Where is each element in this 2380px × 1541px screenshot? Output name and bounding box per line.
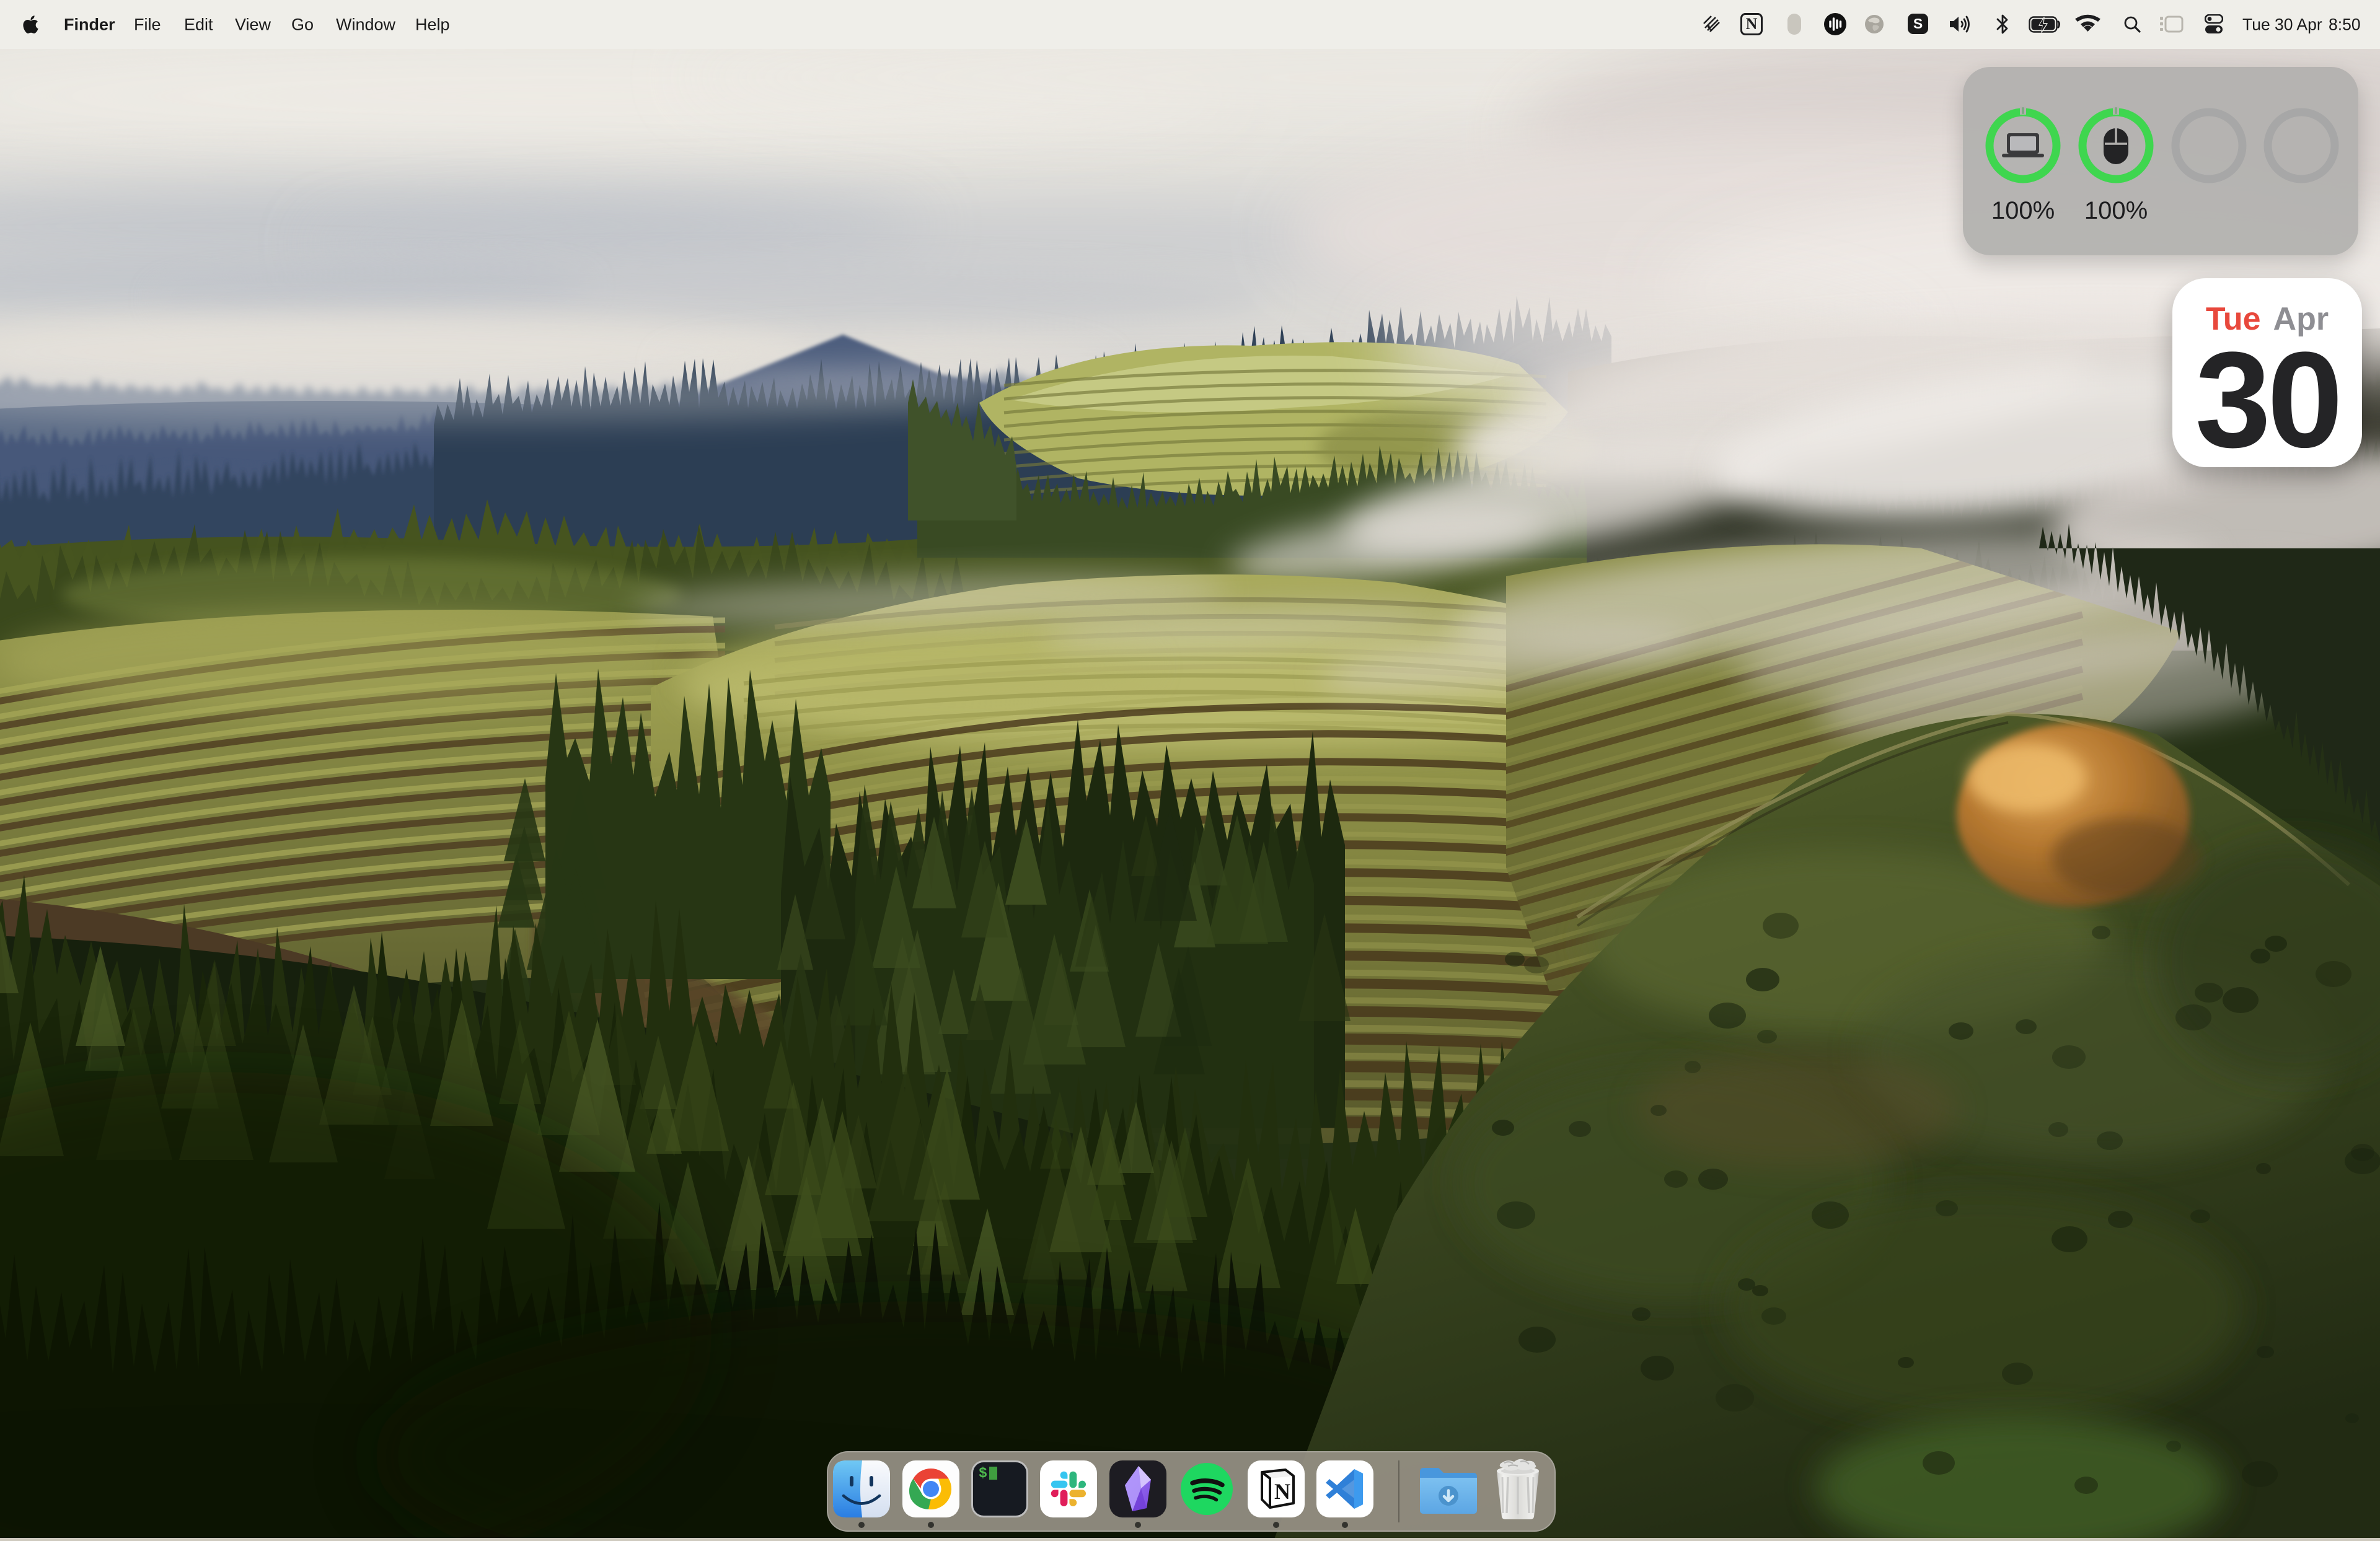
svg-text:N: N [1274, 1479, 1290, 1504]
